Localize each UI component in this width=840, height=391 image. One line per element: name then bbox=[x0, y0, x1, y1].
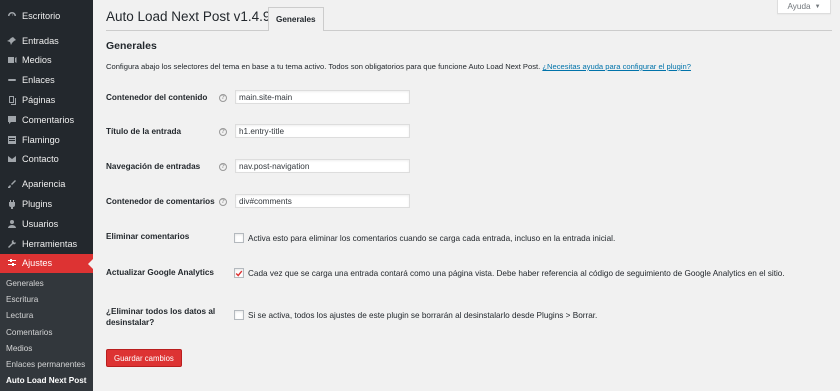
submenu-escritura[interactable]: Escritura bbox=[0, 292, 93, 308]
post-navigation-input[interactable] bbox=[235, 159, 410, 173]
main-content: Ayuda ▼ Auto Load Next Post v1.4.9 Gener… bbox=[93, 0, 840, 391]
users-icon bbox=[6, 218, 17, 229]
menu-label: Enlaces bbox=[22, 75, 55, 86]
menu-enlaces[interactable]: Enlaces bbox=[0, 70, 93, 90]
menu-label: Herramientas bbox=[22, 238, 78, 249]
checkbox-description: Si se activa, todos los ajustes de este … bbox=[248, 311, 598, 320]
page-title: Auto Load Next Post v1.4.9 bbox=[106, 9, 271, 24]
help-link[interactable]: ¿Necesitas ayuda para configurar el plug… bbox=[542, 62, 691, 71]
checkbox-label: ¿Eliminar todos los datos al desinstalar… bbox=[106, 306, 215, 328]
remove-comments-checkbox[interactable] bbox=[234, 233, 244, 243]
pages-icon bbox=[6, 95, 17, 106]
menu-ajustes[interactable]: Ajustes bbox=[0, 253, 93, 274]
menu-label: Usuarios bbox=[22, 218, 59, 229]
menu-paginas[interactable]: Páginas bbox=[0, 90, 93, 110]
media-icon bbox=[6, 55, 17, 66]
checkbox-label: Eliminar comentarios bbox=[106, 232, 190, 241]
menu-label: Comentarios bbox=[22, 114, 75, 125]
links-icon bbox=[6, 75, 17, 86]
mail-icon bbox=[6, 154, 17, 165]
checkmark-icon bbox=[235, 270, 243, 277]
entry-title-input[interactable] bbox=[235, 124, 410, 138]
settings-icon bbox=[6, 258, 17, 269]
description-text: Configura abajo los selectores del tema … bbox=[106, 62, 541, 71]
menu-herramientas[interactable]: Herramientas bbox=[0, 234, 93, 254]
flamingo-icon bbox=[6, 134, 17, 145]
settings-submenu: Generales Escritura Lectura Comentarios … bbox=[0, 273, 93, 391]
help-button[interactable]: Ayuda ▼ bbox=[777, 0, 831, 14]
submenu-auto-load-next-post[interactable]: Auto Load Next Post bbox=[0, 372, 93, 388]
checkbox-description: Activa esto para eliminar los comentario… bbox=[248, 234, 616, 243]
menu-flamingo[interactable]: Flamingo bbox=[0, 130, 93, 150]
pin-icon bbox=[6, 35, 17, 46]
brush-icon bbox=[6, 179, 17, 190]
admin-sidebar: Escritorio Entradas Medios Enlaces Págin… bbox=[0, 0, 93, 391]
comments-container-input[interactable] bbox=[235, 194, 410, 208]
section-title: Generales bbox=[106, 40, 157, 52]
menu-label: Entradas bbox=[22, 35, 59, 46]
submenu-enlaces-permanentes[interactable]: Enlaces permanentes bbox=[0, 356, 93, 372]
checkbox-label-line: ¿Eliminar todos los datos al bbox=[106, 307, 216, 316]
menu-contacto[interactable]: Contacto bbox=[0, 150, 93, 170]
dashboard-icon bbox=[6, 10, 17, 21]
field-label: Título de la entrada bbox=[106, 127, 182, 136]
field-label: Navegación de entradas bbox=[106, 162, 201, 171]
tab-divider bbox=[106, 30, 832, 31]
submenu-generales[interactable]: Generales bbox=[0, 275, 93, 291]
uninstall-data-checkbox[interactable] bbox=[234, 310, 244, 320]
help-tip-icon[interactable]: ? bbox=[219, 128, 227, 136]
save-button[interactable]: Guardar cambios bbox=[106, 349, 182, 367]
menu-label: Flamingo bbox=[22, 134, 60, 145]
menu-escritorio[interactable]: Escritorio bbox=[0, 6, 93, 26]
menu-label: Contacto bbox=[22, 154, 59, 165]
menu-label: Medios bbox=[22, 55, 52, 66]
plugin-icon bbox=[6, 199, 17, 210]
menu-entradas[interactable]: Entradas bbox=[0, 31, 93, 51]
checkbox-description: Cada vez que se carga una entrada contar… bbox=[248, 269, 785, 278]
update-analytics-checkbox[interactable] bbox=[234, 268, 244, 278]
submenu-lectura[interactable]: Lectura bbox=[0, 308, 93, 324]
menu-usuarios[interactable]: Usuarios bbox=[0, 214, 93, 234]
tools-icon bbox=[6, 238, 17, 249]
submenu-medios[interactable]: Medios bbox=[0, 340, 93, 356]
comments-icon bbox=[6, 114, 17, 125]
help-tip-icon[interactable]: ? bbox=[219, 94, 227, 102]
field-label: Contenedor de comentarios bbox=[106, 197, 215, 206]
field-label: Contenedor del contenido bbox=[106, 93, 208, 102]
submenu-comentarios[interactable]: Comentarios bbox=[0, 324, 93, 340]
menu-medios[interactable]: Medios bbox=[0, 51, 93, 71]
menu-label: Apariencia bbox=[22, 179, 66, 190]
menu-label: Páginas bbox=[22, 95, 56, 106]
help-tip-icon[interactable]: ? bbox=[219, 198, 227, 206]
help-tip-icon[interactable]: ? bbox=[219, 163, 227, 171]
menu-label: Plugins bbox=[22, 199, 53, 210]
menu-label: Escritorio bbox=[22, 10, 61, 21]
checkbox-label-line: desinstalar? bbox=[106, 318, 155, 327]
content-container-input[interactable] bbox=[235, 90, 410, 104]
triangle-down-icon: ▼ bbox=[814, 3, 821, 10]
checkbox-label: Actualizar Google Analytics bbox=[106, 268, 214, 277]
menu-apariencia[interactable]: Apariencia bbox=[0, 174, 93, 194]
section-description: Configura abajo los selectores del tema … bbox=[106, 62, 691, 71]
tab-generales[interactable]: Generales bbox=[268, 7, 324, 31]
help-label: Ayuda bbox=[787, 2, 811, 11]
menu-comentarios[interactable]: Comentarios bbox=[0, 110, 93, 130]
menu-plugins[interactable]: Plugins bbox=[0, 194, 93, 214]
menu-label: Ajustes bbox=[22, 258, 53, 269]
